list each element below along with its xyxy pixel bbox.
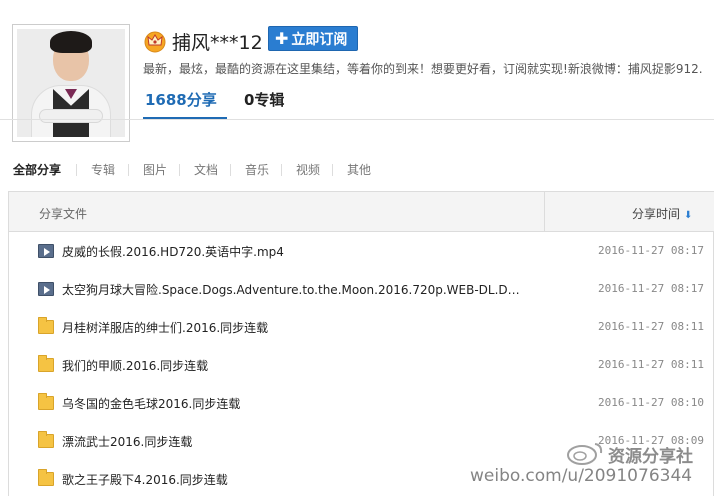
file-name[interactable]: 月桂树洋服店的绅士们.2016.同步连载: [62, 319, 268, 336]
share-count-tab[interactable]: 1688分享: [145, 89, 217, 119]
share-time: 2016-11-27 08:17: [598, 282, 704, 295]
header-divider: [0, 119, 714, 120]
file-name[interactable]: 太空狗月球大冒险.Space.Dogs.Adventure.to.the.Moo…: [62, 281, 520, 298]
tab-all-shares[interactable]: 全部分享: [13, 161, 61, 178]
table-row[interactable]: 我们的甲顺.2016.同步连载 2016-11-27 08:11: [9, 346, 714, 384]
share-time: 2016-11-27 08:17: [598, 244, 704, 257]
folder-icon: [38, 469, 54, 486]
folder-icon: [38, 431, 54, 448]
vip-crown-icon: [144, 31, 166, 53]
weibo-logo-icon: [567, 443, 603, 465]
profile-description: 最新，最炫，最酷的资源在这里集结，等着你的到来！想要更好看，订阅就实现!新浪微博…: [143, 62, 703, 76]
folder-icon: [38, 317, 54, 334]
file-name[interactable]: 我们的甲顺.2016.同步连载: [62, 357, 208, 374]
tab-videos[interactable]: 视频: [296, 161, 320, 178]
tab-images[interactable]: 图片: [143, 161, 167, 178]
table-row[interactable]: 太空狗月球大冒险.Space.Dogs.Adventure.to.the.Moo…: [9, 270, 714, 308]
subscribe-button[interactable]: ✚ 立即订阅: [268, 26, 358, 51]
share-time: 2016-11-27 08:10: [598, 396, 704, 409]
sort-down-icon: ⬇: [684, 210, 693, 221]
avatar-photo: [17, 29, 125, 137]
username: 捕风***12: [172, 32, 263, 54]
video-file-icon: [38, 282, 54, 296]
table-header: 分享文件 分享时间 ⬇: [9, 192, 714, 232]
file-name[interactable]: 皮威的长假.2016.HD720.英语中字.mp4: [62, 243, 284, 260]
subscribe-label: 立即订阅: [291, 32, 348, 48]
tab-albums[interactable]: 专辑: [91, 161, 115, 178]
album-count-tab[interactable]: 0专辑: [244, 89, 284, 119]
video-file-icon: [38, 244, 54, 258]
tab-music[interactable]: 音乐: [245, 161, 269, 178]
column-header-time[interactable]: 分享时间 ⬇: [632, 205, 692, 222]
tab-other[interactable]: 其他: [347, 161, 371, 178]
avatar[interactable]: [12, 24, 130, 142]
folder-icon: [38, 355, 54, 372]
plus-icon: ✚: [275, 29, 289, 48]
file-name[interactable]: 漂流武士2016.同步连载: [62, 433, 192, 450]
share-time: 2016-11-27 08:11: [598, 320, 704, 333]
table-row[interactable]: 月桂树洋服店的绅士们.2016.同步连载 2016-11-27 08:11: [9, 308, 714, 346]
tab-documents[interactable]: 文档: [194, 161, 218, 178]
profile-header: 捕风***12 ✚ 立即订阅 最新，最炫，最酷的资源在这里集结，等着你的到来！想要…: [0, 0, 714, 150]
share-time: 2016-11-27 08:11: [598, 358, 704, 371]
table-row[interactable]: 皮威的长假.2016.HD720.英语中字.mp4 2016-11-27 08:…: [9, 232, 714, 270]
file-name[interactable]: 乌冬国的金色毛球2016.同步连载: [62, 395, 240, 412]
watermark-url: weibo.com/u/2091076344: [470, 466, 693, 486]
table-row[interactable]: 乌冬国的金色毛球2016.同步连载 2016-11-27 08:10: [9, 384, 714, 422]
watermark-brand: 资源分享社: [608, 447, 693, 467]
folder-icon: [38, 393, 54, 410]
column-header-file: 分享文件: [39, 207, 88, 221]
file-name[interactable]: 歌之王子殿下4.2016.同步连载: [62, 471, 228, 488]
